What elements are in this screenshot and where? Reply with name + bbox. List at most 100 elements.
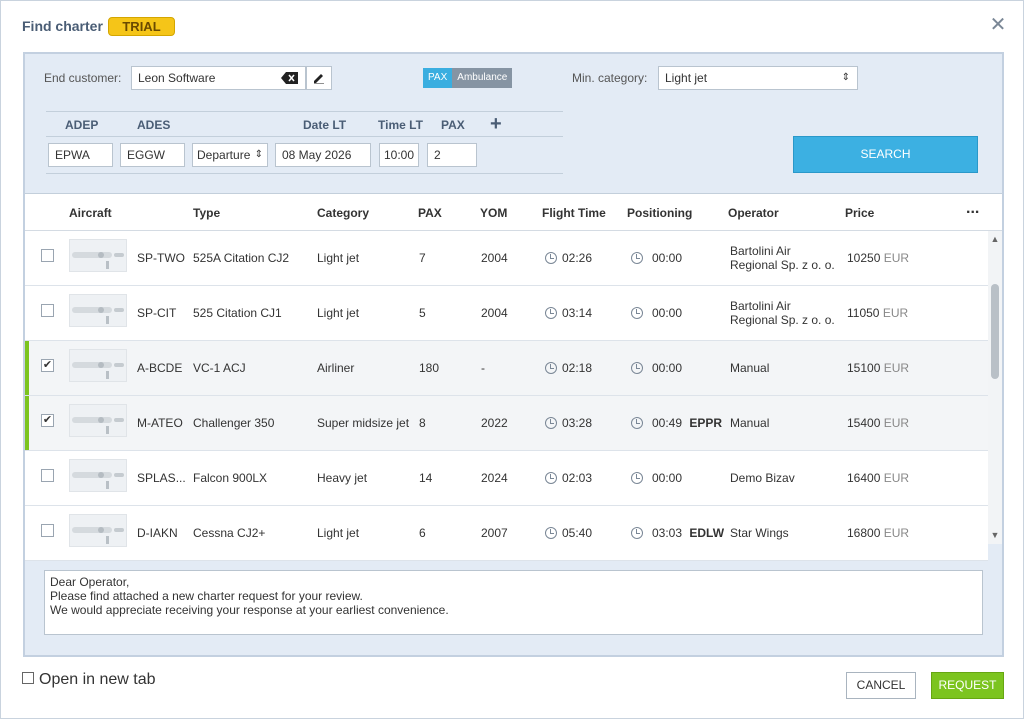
selected-marker <box>25 396 29 450</box>
chevron-updown-icon: ⇕ <box>254 149 263 160</box>
request-button[interactable]: REQUEST <box>931 672 1004 699</box>
col-type: Type <box>193 206 221 220</box>
aircraft-thumbnail[interactable] <box>69 514 127 547</box>
table-row[interactable]: ✔ A-BCDE VC-1 ACJ Airliner 180 - 02:18 00:00 Ma… <box>25 341 988 396</box>
aircraft-registration[interactable]: SP-TWO <box>137 251 185 265</box>
aircraft-category: Light jet <box>317 526 360 540</box>
adep-input[interactable]: EPWA <box>48 143 113 167</box>
aircraft-category: Airliner <box>317 361 355 375</box>
clock-icon <box>545 417 557 429</box>
aircraft-thumbnail[interactable] <box>69 349 127 382</box>
departure-select[interactable]: Departure ⇕ <box>192 143 268 167</box>
ades-input[interactable]: EGGW <box>120 143 185 167</box>
aircraft-pax: 180 <box>419 361 440 375</box>
operator: Star Wings <box>730 526 789 540</box>
aircraft-type: Cessna CJ2+ <box>193 526 266 540</box>
pax-input[interactable]: 2 <box>427 143 477 167</box>
aircraft-pax: 7 <box>419 251 426 265</box>
operator: Bartolini Air Regional Sp. z o. o. <box>730 299 835 327</box>
row-checkbox[interactable]: ✔ <box>41 359 54 372</box>
aircraft-thumbnail[interactable] <box>69 459 127 492</box>
row-checkbox[interactable] <box>41 524 54 537</box>
aircraft-registration[interactable]: D-IAKN <box>137 526 178 540</box>
message-textarea[interactable]: Dear Operator, Please find attached a ne… <box>44 570 983 635</box>
date-input[interactable]: 08 May 2026 <box>275 143 371 167</box>
search-button[interactable]: SEARCH <box>793 136 978 173</box>
aircraft-thumbnail[interactable] <box>69 294 127 327</box>
row-checkbox[interactable] <box>41 304 54 317</box>
flight-time: 02:18 <box>545 361 592 375</box>
positioning-value: 00:00 <box>652 471 683 485</box>
more-options-icon[interactable]: ... <box>966 200 979 218</box>
clear-icon[interactable] <box>281 72 299 84</box>
trial-badge: TRIAL <box>108 17 175 36</box>
price: 16800 EUR <box>847 526 909 540</box>
positioning-value: 00:00 <box>652 306 683 320</box>
results-table: Aircraft Type Category PAX YOM Flight Ti… <box>25 193 1002 561</box>
col-positioning: Positioning <box>627 206 693 220</box>
scrollbar[interactable]: ▲ ▼ <box>988 231 1002 544</box>
price-currency: EUR <box>883 251 910 265</box>
operator-line-1: Bartolini Air <box>730 299 791 313</box>
time-input[interactable]: 10:00 <box>379 143 419 167</box>
price: 16400 EUR <box>847 471 909 485</box>
table-row[interactable]: SP-CIT 525 Citation CJ1 Light jet 5 2004 03:1… <box>25 286 988 341</box>
positioning-value: 03:03 <box>652 526 683 540</box>
aircraft-registration[interactable]: SP-CIT <box>137 306 176 320</box>
edit-customer-button[interactable] <box>306 66 332 90</box>
aircraft-category: Light jet <box>317 306 360 320</box>
table-row[interactable]: ✔ M-ATEO Challenger 350 Super midsize jet 8 2… <box>25 396 988 451</box>
pencil-icon <box>314 74 324 85</box>
flight-time-value: 03:14 <box>562 306 593 320</box>
aircraft-registration[interactable]: M-ATEO <box>137 416 183 430</box>
end-customer-value: Leon Software <box>138 71 216 85</box>
flight-time: 02:26 <box>545 251 592 265</box>
operator-line-1: Star Wings <box>730 526 789 540</box>
aircraft-registration[interactable]: SPLAS... <box>137 471 186 485</box>
price-value: 15400 <box>847 416 881 430</box>
positioning-value: 00:49 <box>652 416 683 430</box>
end-customer-input[interactable]: Leon Software <box>131 66 306 90</box>
positioning-value: 00:00 <box>652 251 683 265</box>
aircraft-category: Super midsize jet <box>317 416 410 430</box>
table-header: Aircraft Type Category PAX YOM Flight Ti… <box>25 194 1002 231</box>
open-new-tab-checkbox[interactable]: Open in new tab <box>22 671 156 689</box>
row-checkbox[interactable]: ✔ <box>41 414 54 427</box>
flight-time-value: 05:40 <box>562 526 593 540</box>
scroll-down-icon[interactable]: ▼ <box>990 530 1000 540</box>
price-value: 10250 <box>847 251 881 265</box>
route-divider <box>46 173 563 174</box>
clock-icon <box>545 307 557 319</box>
flight-time: 03:28 <box>545 416 592 430</box>
positioning: 00:49 EPPR <box>631 416 722 430</box>
row-checkbox[interactable] <box>41 469 54 482</box>
close-icon[interactable]: ✕ <box>989 15 1007 35</box>
flight-time: 03:14 <box>545 306 592 320</box>
checkbox-icon[interactable] <box>22 672 34 684</box>
cancel-button[interactable]: CANCEL <box>846 672 916 699</box>
pax-ambulance-toggle[interactable]: PAX Ambulance <box>423 68 513 88</box>
scroll-up-icon[interactable]: ▲ <box>990 234 1000 244</box>
price-value: 16800 <box>847 526 881 540</box>
aircraft-type: VC-1 ACJ <box>193 361 246 375</box>
clock-icon <box>631 252 643 264</box>
min-category-select[interactable]: Light jet ⇕ <box>658 66 858 90</box>
scroll-thumb[interactable] <box>991 284 999 379</box>
table-row[interactable]: D-IAKN Cessna CJ2+ Light jet 6 2007 05:40 03:0… <box>25 506 988 561</box>
toggle-pax[interactable]: PAX <box>423 68 453 88</box>
flight-time: 05:40 <box>545 526 592 540</box>
table-row[interactable]: SP-TWO 525A Citation CJ2 Light jet 7 2004 02:… <box>25 231 988 286</box>
add-leg-icon[interactable]: + <box>490 113 502 136</box>
price-currency: EUR <box>883 471 910 485</box>
positioning: 00:00 <box>631 306 686 320</box>
table-row[interactable]: SPLAS... Falcon 900LX Heavy jet 14 2024 02:03… <box>25 451 988 506</box>
route-header: ADEP ADES Date LT Time LT PAX + <box>46 111 563 137</box>
header-time: Time LT <box>378 118 423 132</box>
aircraft-thumbnail[interactable] <box>69 239 127 272</box>
clock-icon <box>631 417 643 429</box>
aircraft-registration[interactable]: A-BCDE <box>137 361 182 375</box>
toggle-ambulance[interactable]: Ambulance <box>452 68 513 88</box>
aircraft-thumbnail[interactable] <box>69 404 127 437</box>
operator: Manual <box>730 416 769 430</box>
row-checkbox[interactable] <box>41 249 54 262</box>
